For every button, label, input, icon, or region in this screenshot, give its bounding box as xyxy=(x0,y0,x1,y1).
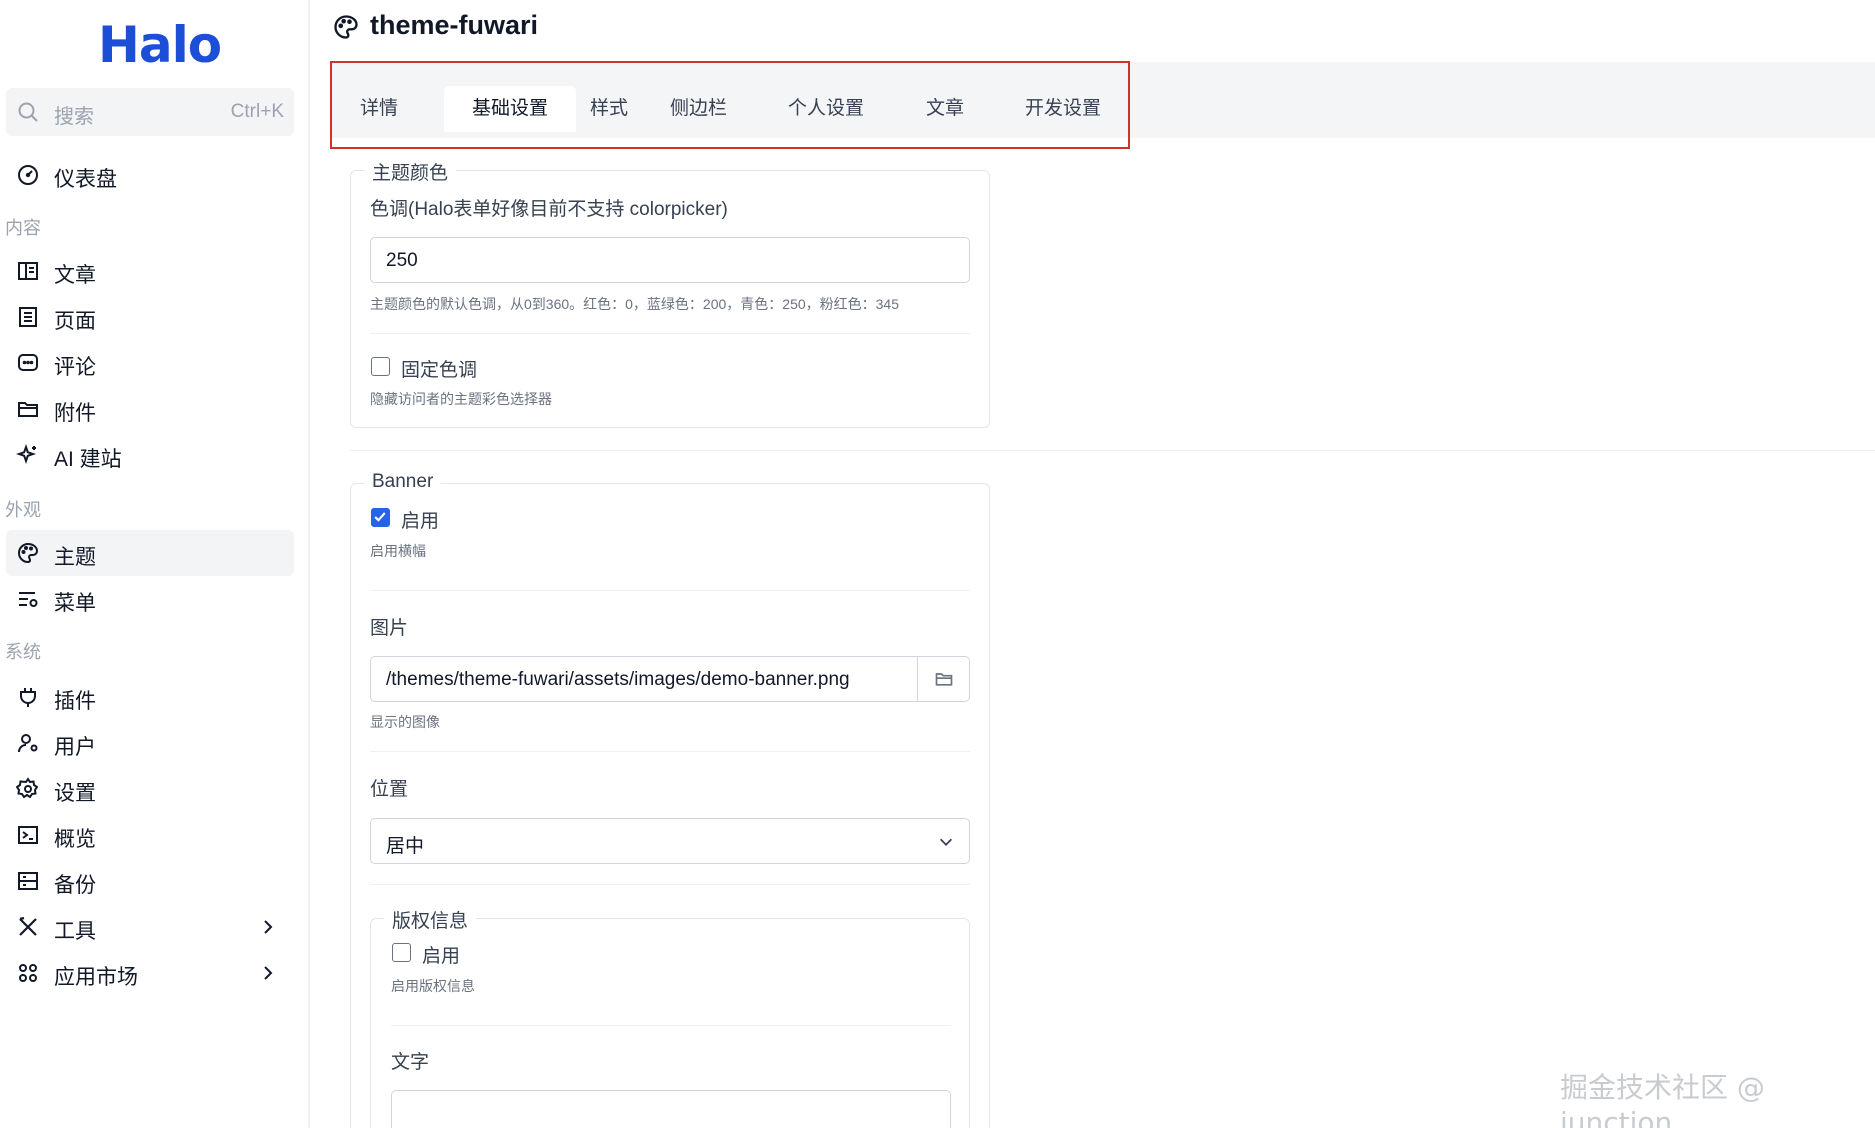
check-icon xyxy=(374,512,386,522)
sidebar-item-label: 主题 xyxy=(54,546,96,569)
sidebar-item-label: 页面 xyxy=(54,310,96,333)
search-icon xyxy=(18,102,38,122)
page-title: theme-fuwari xyxy=(370,10,539,40)
sidebar-item-ai-site[interactable]: AI 建站 xyxy=(6,432,294,478)
palette-icon xyxy=(334,15,358,39)
hue-help: 主题颜色的默认色调，从0到360。红色：0，蓝绿色：200，青色：250，粉红色… xyxy=(370,296,900,312)
sidebar-item-label: 附件 xyxy=(54,402,96,425)
palette-icon xyxy=(18,542,39,564)
fixed-hue-label: 固定色调 xyxy=(401,360,478,381)
sidebar-item-label: 设置 xyxy=(54,782,96,805)
tools-icon xyxy=(19,916,37,936)
sidebar-item-label: 仪表盘 xyxy=(54,168,117,191)
folder-icon xyxy=(935,673,953,686)
sidebar-item-dashboard[interactable]: 仪表盘 xyxy=(6,152,294,198)
sidebar-item-plugins[interactable]: 插件 xyxy=(6,674,294,720)
sidebar-item-menus[interactable]: 菜单 xyxy=(6,576,294,622)
banner-enable-label: 启用 xyxy=(401,511,440,532)
sidebar-item-app-market[interactable]: 应用市场 xyxy=(6,950,294,996)
sidebar-item-backup[interactable]: 备份 xyxy=(6,858,294,904)
sidebar-item-label: 备份 xyxy=(54,874,96,897)
position-select-value: 居中 xyxy=(386,836,425,857)
fieldset-legend: 主题颜色 xyxy=(364,158,457,185)
sidebar-item-label: 工具 xyxy=(54,920,96,943)
sidebar-item-label: 概览 xyxy=(54,828,96,851)
nav-group-system: 系统 xyxy=(5,642,41,662)
sidebar-item-label: 插件 xyxy=(54,690,96,713)
folder-icon xyxy=(18,402,38,417)
hue-input-value: 250 xyxy=(386,250,418,271)
divider xyxy=(391,1025,951,1026)
sidebar-item-label: 用户 xyxy=(54,736,96,759)
nav-group-appearance: 外观 xyxy=(5,500,41,520)
copyright-enable-label: 启用 xyxy=(422,946,461,967)
banner-enable-help: 启用横幅 xyxy=(370,543,426,559)
user-icon xyxy=(18,734,38,753)
sidebar: Halo 搜索 Ctrl+K 仪表盘 内容 文章 页面 评论 附件 AI 建站 … xyxy=(0,0,310,1128)
copyright-enable-help: 启用版权信息 xyxy=(391,978,475,994)
chevron-right-icon xyxy=(264,966,273,980)
sidebar-item-label: 菜单 xyxy=(54,592,96,615)
copyright-text-label: 文字 xyxy=(391,1052,430,1073)
sidebar-item-attachments[interactable]: 附件 xyxy=(6,386,294,432)
image-input-value: /themes/theme-fuwari/assets/images/demo-… xyxy=(386,669,850,690)
watermark: 掘金技术社区 @ junction xyxy=(1560,1071,1765,1128)
search-placeholder: 搜索 xyxy=(54,106,94,128)
position-label: 位置 xyxy=(370,779,409,800)
sidebar-item-tools[interactable]: 工具 xyxy=(6,904,294,950)
fieldset-legend: Banner xyxy=(364,471,442,493)
page-header: theme-fuwari xyxy=(312,0,1875,56)
browse-attachment-button[interactable] xyxy=(917,657,969,701)
sidebar-item-overview[interactable]: 概览 xyxy=(6,812,294,858)
divider xyxy=(370,751,970,752)
sidebar-item-pages[interactable]: 页面 xyxy=(6,294,294,340)
image-input[interactable]: /themes/theme-fuwari/assets/images/demo-… xyxy=(370,656,970,702)
comment-icon xyxy=(18,354,38,371)
chevron-right-icon xyxy=(264,920,273,934)
divider xyxy=(370,333,970,334)
position-select[interactable]: 居中 xyxy=(370,818,970,864)
nav-group-content: 内容 xyxy=(5,218,41,238)
copyright-text-input[interactable] xyxy=(391,1090,951,1128)
sidebar-item-posts[interactable]: 文章 xyxy=(6,248,294,294)
sidebar-item-themes[interactable]: 主题 xyxy=(6,530,294,576)
sidebar-item-label: 评论 xyxy=(54,356,96,379)
terminal-icon xyxy=(18,826,38,844)
sidebar-item-label: AI 建站 xyxy=(54,448,122,471)
archive-icon xyxy=(18,872,38,890)
search-box[interactable]: 搜索 Ctrl+K xyxy=(6,88,294,136)
sidebar-item-label: 文章 xyxy=(54,264,96,287)
hue-label: 色调(Halo表单好像目前不支持 colorpicker) xyxy=(370,199,728,220)
gear-icon xyxy=(16,777,39,799)
book-icon xyxy=(18,262,38,280)
image-help: 显示的图像 xyxy=(370,714,440,730)
hue-input[interactable]: 250 xyxy=(370,237,970,283)
divider xyxy=(370,884,970,885)
sidebar-item-settings[interactable]: 设置 xyxy=(6,766,294,812)
main-content: theme-fuwari 详情 基础设置 样式 侧边栏 个人设置 文章 开发设置… xyxy=(312,0,1875,1128)
fixed-hue-help: 隐藏访问者的主题彩色选择器 xyxy=(370,391,552,407)
menu-settings-icon xyxy=(19,592,38,607)
tabs-highlight-frame xyxy=(330,61,1130,149)
fieldset-legend: 版权信息 xyxy=(384,906,477,933)
section-divider xyxy=(350,450,1875,451)
banner-enable-checkbox[interactable] xyxy=(371,508,390,527)
app-root: Halo 搜索 Ctrl+K 仪表盘 内容 文章 页面 评论 附件 AI 建站 … xyxy=(0,0,1875,1128)
chevron-down-icon xyxy=(939,838,953,846)
halo-logo[interactable]: Halo xyxy=(98,16,222,74)
fixed-hue-checkbox[interactable] xyxy=(371,357,390,376)
copyright-enable-checkbox[interactable] xyxy=(392,943,411,962)
page-icon xyxy=(19,307,37,327)
sparkle-icon xyxy=(16,443,37,465)
divider xyxy=(370,590,970,591)
image-label: 图片 xyxy=(370,618,409,639)
plug-icon xyxy=(20,688,36,707)
sidebar-item-label: 应用市场 xyxy=(54,966,138,989)
search-shortcut: Ctrl+K xyxy=(230,101,284,122)
sidebar-item-comments[interactable]: 评论 xyxy=(6,340,294,386)
gauge-icon xyxy=(18,165,38,185)
apps-icon xyxy=(19,964,37,982)
sidebar-item-users[interactable]: 用户 xyxy=(6,720,294,766)
